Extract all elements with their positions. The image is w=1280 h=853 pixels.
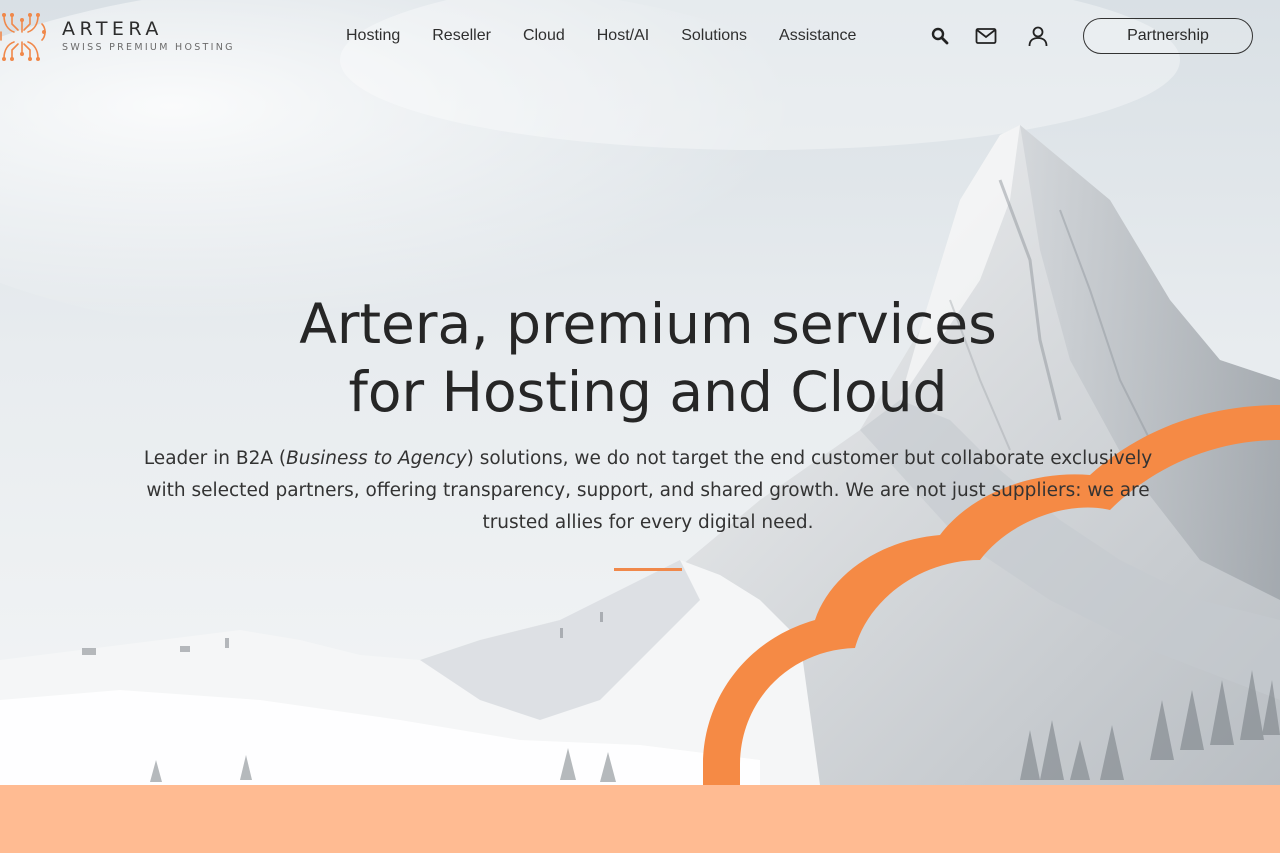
nav-item-assistance[interactable]: Assistance [779,26,856,46]
search-button[interactable] [928,24,952,48]
site-header: ARTERA SWISS PREMIUM HOSTING Hosting Res… [0,0,1280,72]
nav-item-cloud[interactable]: Cloud [523,26,565,46]
main-nav: Hosting Reseller Cloud Host/AI Solutions… [346,26,888,46]
brand-name: ARTERA [62,18,163,40]
partnership-button[interactable]: Partnership [1083,18,1253,54]
nav-item-host-ai[interactable]: Host/AI [597,26,649,46]
nav-item-hosting[interactable]: Hosting [346,26,400,46]
hero-title-line-2: for Hosting and Cloud [348,360,948,424]
search-icon [931,27,949,45]
bottom-band [0,785,1280,853]
nav-item-solutions[interactable]: Solutions [681,26,747,46]
mail-icon [975,28,997,44]
brand-logo[interactable]: ARTERA SWISS PREMIUM HOSTING [0,10,235,64]
account-button[interactable] [1026,24,1050,48]
hero-description-prefix: Leader in B2A ( [143,448,287,469]
brand-tagline: SWISS PREMIUM HOSTING [62,42,235,53]
hero-divider [614,568,682,571]
mail-button[interactable] [974,24,998,48]
circuit-logo-icon [0,13,46,61]
hero-description-emphasis: Business to Agency [286,448,467,469]
user-icon [1028,26,1048,47]
hero-title-line-1: Artera, premium services [299,292,997,356]
nav-item-reseller[interactable]: Reseller [432,26,491,46]
hero-title: Artera, premium services for Hosting and… [0,290,1280,426]
hero-description: Leader in B2A (Business to Agency) solut… [130,443,1166,539]
